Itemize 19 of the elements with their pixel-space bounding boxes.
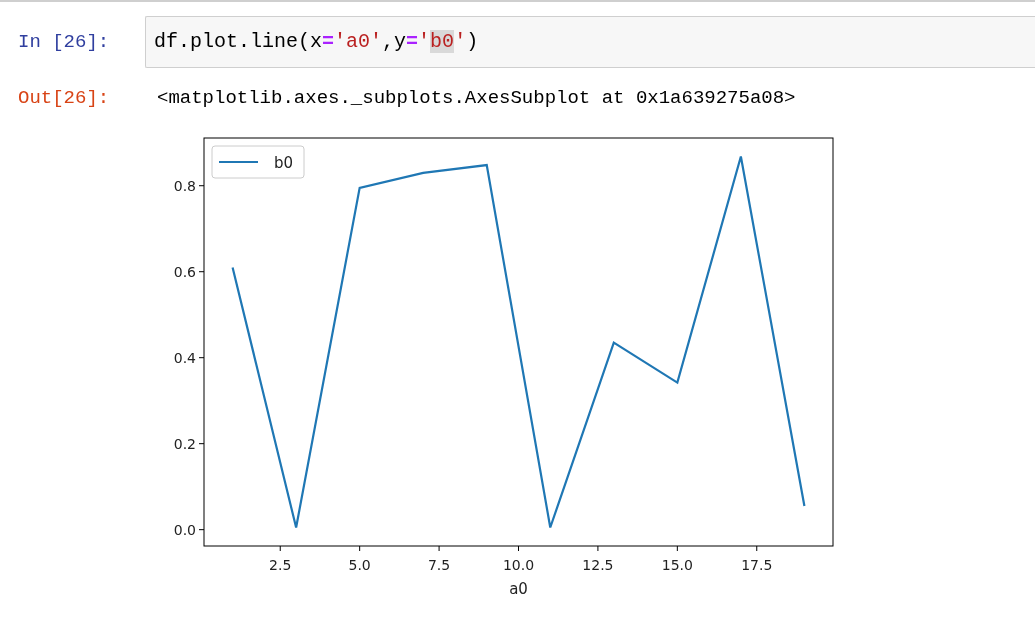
legend-line-icon (219, 160, 258, 163)
x-axis-label: a0 (509, 579, 528, 598)
input-prompt: In [26]: (17, 29, 111, 55)
y-tick-label: 0.0 (173, 521, 196, 538)
x-tick-label: 12.5 (582, 556, 614, 573)
x-tick-label: 17.5 (741, 556, 773, 573)
legend-label: b0 (274, 153, 294, 172)
x-tick-label: 10.0 (502, 556, 535, 573)
y-tick-label: 0.8 (173, 177, 196, 194)
output-prompt: Out[26]: (17, 86, 111, 111)
y-tick-label: 0.6 (173, 263, 196, 280)
x-tick-label: 5.0 (348, 556, 371, 573)
x-tick-label: 7.5 (427, 556, 451, 573)
y-tick-label: 0.4 (173, 349, 196, 366)
x-tick-label: 15.0 (661, 556, 693, 573)
code-input-field[interactable]: df.plot.line(x='a0',y='b0') (145, 16, 1035, 68)
y-tick-label: 0.2 (173, 435, 196, 452)
output-text: <matplotlib.axes._subplots.AxesSubplot at 0x1a639275a08> (156, 86, 797, 111)
x-tick-label: 2.5 (269, 556, 292, 573)
